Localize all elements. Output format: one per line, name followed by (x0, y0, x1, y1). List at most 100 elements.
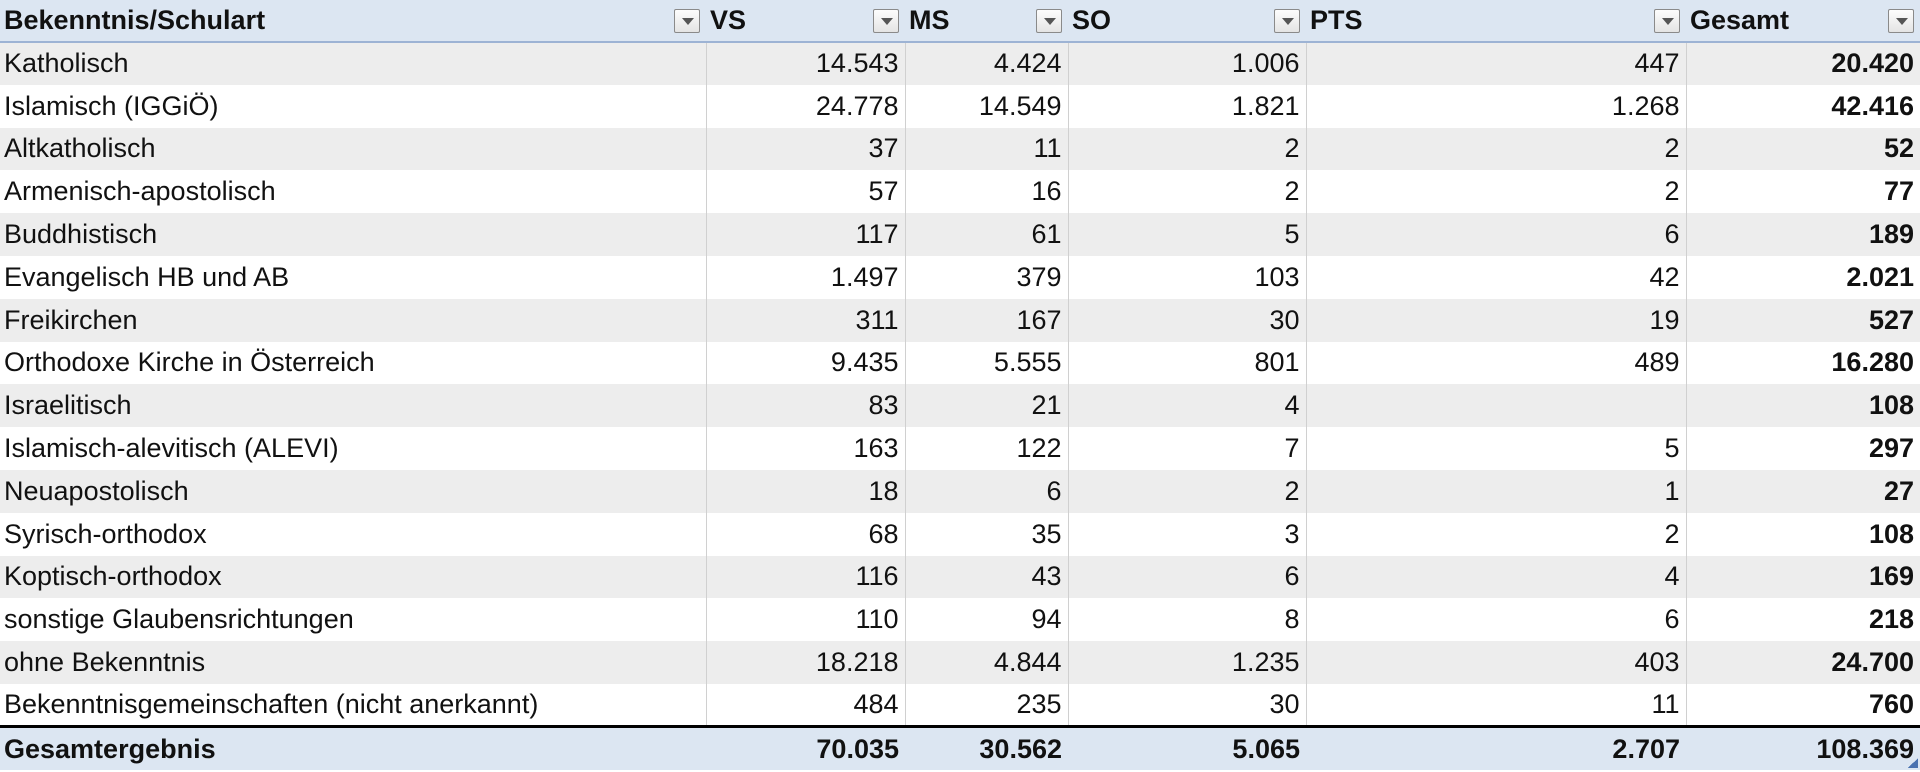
row-label[interactable]: sonstige Glaubensrichtungen (0, 598, 707, 642)
total-pts[interactable]: 2.707 (1306, 725, 1686, 770)
cell-ms[interactable]: 14.549 (905, 84, 1069, 128)
cell-pts[interactable]: 6 (1306, 598, 1687, 642)
total-gesamt[interactable]: 108.369 (1686, 725, 1920, 770)
cell-gesamt[interactable]: 20.420 (1686, 42, 1920, 85)
cell-vs[interactable]: 57 (706, 170, 906, 214)
cell-ms[interactable]: 21 (905, 384, 1069, 428)
cell-gesamt[interactable]: 52 (1686, 128, 1920, 171)
row-label[interactable]: Katholisch (0, 42, 707, 85)
filter-dropdown-icon[interactable] (1888, 9, 1914, 33)
cell-pts[interactable]: 403 (1306, 641, 1687, 684)
total-ms[interactable]: 30.562 (905, 725, 1068, 770)
cell-so[interactable]: 801 (1068, 341, 1307, 385)
cell-pts[interactable]: 2 (1306, 127, 1687, 171)
cell-gesamt[interactable]: 42.416 (1686, 85, 1920, 128)
row-label[interactable]: Buddhistisch (0, 213, 707, 256)
cell-ms[interactable]: 167 (905, 298, 1069, 342)
row-label[interactable]: Bekenntnisgemeinschaften (nicht anerkann… (0, 683, 707, 727)
cell-ms[interactable]: 35 (905, 512, 1069, 556)
cell-ms[interactable]: 61 (905, 213, 1069, 256)
cell-so[interactable]: 4 (1068, 384, 1307, 428)
cell-vs[interactable]: 163 (706, 427, 906, 470)
cell-ms[interactable]: 379 (905, 255, 1069, 299)
row-label[interactable]: Islamisch-alevitisch (ALEVI) (0, 427, 707, 470)
cell-gesamt[interactable]: 297 (1686, 427, 1920, 470)
filter-dropdown-icon[interactable] (1036, 9, 1062, 33)
cell-gesamt[interactable]: 16.280 (1686, 342, 1920, 385)
cell-gesamt[interactable]: 189 (1686, 213, 1920, 256)
cell-so[interactable]: 6 (1068, 555, 1307, 599)
cell-pts[interactable]: 19 (1306, 298, 1687, 342)
cell-pts[interactable]: 11 (1306, 683, 1687, 727)
cell-pts[interactable]: 447 (1306, 42, 1687, 85)
row-label[interactable]: Freikirchen (0, 298, 707, 342)
cell-vs[interactable]: 110 (706, 598, 906, 642)
row-label[interactable]: Koptisch-orthodox (0, 555, 707, 599)
cell-vs[interactable]: 14.543 (706, 42, 906, 85)
cell-ms[interactable]: 4.424 (905, 42, 1069, 85)
row-label[interactable]: Orthodoxe Kirche in Österreich (0, 341, 707, 385)
cell-ms[interactable]: 11 (905, 127, 1069, 171)
cell-vs[interactable]: 24.778 (706, 84, 906, 128)
cell-vs[interactable]: 311 (706, 298, 906, 342)
cell-pts[interactable]: 1.268 (1306, 84, 1687, 128)
cell-ms[interactable]: 6 (905, 469, 1069, 513)
cell-so[interactable]: 30 (1068, 298, 1307, 342)
cell-gesamt[interactable]: 27 (1686, 470, 1920, 513)
cell-vs[interactable]: 484 (706, 683, 906, 727)
cell-vs[interactable]: 83 (706, 384, 906, 428)
filter-dropdown-icon[interactable] (1654, 9, 1680, 33)
cell-vs[interactable]: 1.497 (706, 255, 906, 299)
cell-gesamt[interactable]: 760 (1686, 684, 1920, 727)
total-label[interactable]: Gesamtergebnis (0, 725, 706, 770)
cell-pts[interactable]: 4 (1306, 555, 1687, 599)
row-label[interactable]: ohne Bekenntnis (0, 641, 707, 684)
total-vs[interactable]: 70.035 (706, 725, 905, 770)
cell-so[interactable]: 103 (1068, 255, 1307, 299)
cell-vs[interactable]: 9.435 (706, 341, 906, 385)
cell-so[interactable]: 2 (1068, 469, 1307, 513)
cell-gesamt[interactable]: 108 (1686, 513, 1920, 556)
cell-gesamt[interactable]: 169 (1686, 556, 1920, 599)
cell-vs[interactable]: 37 (706, 127, 906, 171)
cell-so[interactable]: 1.821 (1068, 84, 1307, 128)
cell-so[interactable]: 1.006 (1068, 42, 1307, 85)
filter-dropdown-icon[interactable] (674, 9, 700, 33)
row-label[interactable]: Islamisch (IGGiÖ) (0, 84, 707, 128)
row-label[interactable]: Evangelisch HB und AB (0, 255, 707, 299)
cell-gesamt[interactable]: 77 (1686, 170, 1920, 213)
filter-dropdown-icon[interactable] (873, 9, 899, 33)
cell-pts[interactable]: 1 (1306, 469, 1687, 513)
row-label[interactable]: Armenisch-apostolisch (0, 170, 707, 214)
row-label[interactable]: Syrisch-orthodox (0, 512, 707, 556)
cell-so[interactable]: 7 (1068, 427, 1307, 470)
cell-gesamt[interactable]: 218 (1686, 598, 1920, 641)
cell-gesamt[interactable]: 24.700 (1686, 641, 1920, 684)
cell-so[interactable]: 30 (1068, 683, 1307, 727)
cell-gesamt[interactable]: 108 (1686, 384, 1920, 427)
cell-ms[interactable]: 94 (905, 598, 1069, 642)
cell-pts[interactable]: 42 (1306, 255, 1687, 299)
cell-ms[interactable]: 43 (905, 555, 1069, 599)
cell-ms[interactable]: 5.555 (905, 341, 1069, 385)
row-label[interactable]: Neuapostolisch (0, 469, 707, 513)
cell-gesamt[interactable]: 2.021 (1686, 256, 1920, 299)
cell-vs[interactable]: 116 (706, 555, 906, 599)
cell-vs[interactable]: 18 (706, 469, 906, 513)
cell-ms[interactable]: 235 (905, 683, 1069, 727)
row-label[interactable]: Altkatholisch (0, 127, 707, 171)
cell-ms[interactable]: 4.844 (905, 641, 1069, 684)
cell-so[interactable]: 2 (1068, 127, 1307, 171)
cell-vs[interactable]: 18.218 (706, 641, 906, 684)
cell-pts[interactable]: 5 (1306, 427, 1687, 470)
row-label[interactable]: Israelitisch (0, 384, 707, 428)
cell-pts[interactable]: 6 (1306, 213, 1687, 256)
cell-vs[interactable]: 68 (706, 512, 906, 556)
cell-pts[interactable]: 489 (1306, 341, 1687, 385)
cell-ms[interactable]: 122 (905, 427, 1069, 470)
cell-gesamt[interactable]: 527 (1686, 299, 1920, 342)
cell-so[interactable]: 2 (1068, 170, 1307, 214)
cell-so[interactable]: 3 (1068, 512, 1307, 556)
cell-vs[interactable]: 117 (706, 213, 906, 256)
cell-ms[interactable]: 16 (905, 170, 1069, 214)
